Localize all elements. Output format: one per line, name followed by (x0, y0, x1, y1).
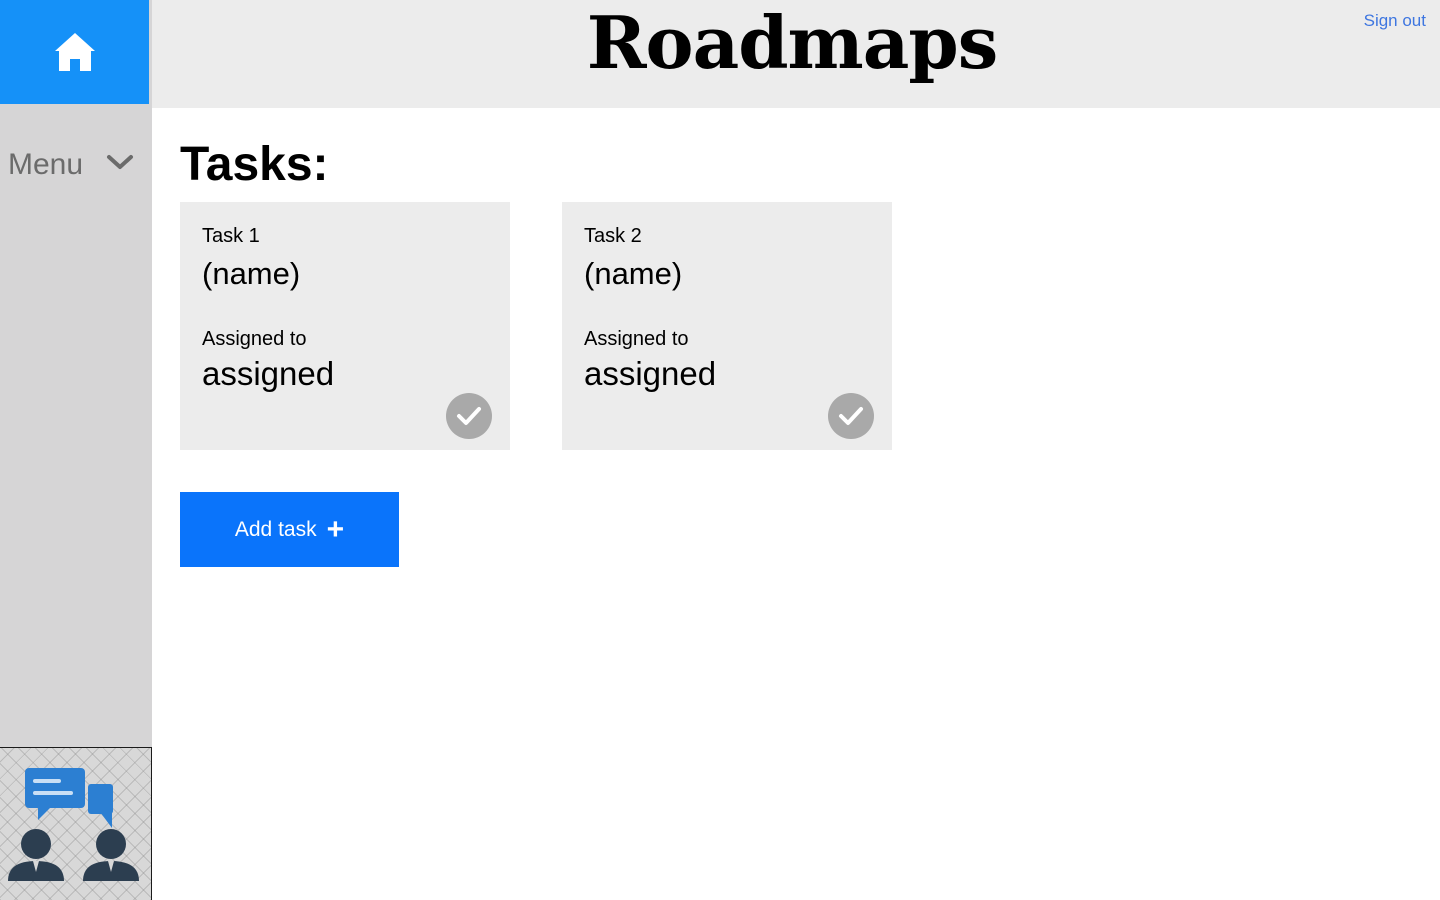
sidebar: Menu (0, 0, 152, 900)
assigned-label: Assigned to (202, 328, 307, 350)
add-task-label: Add task (234, 517, 317, 541)
header: Roadmaps Sign out (152, 0, 1440, 108)
checkmark-icon (457, 407, 481, 425)
team-chat-tile[interactable] (0, 747, 152, 900)
team-chat-icon (8, 768, 139, 881)
task-card-1[interactable]: Task 1 (name) Assigned to assigned (180, 202, 510, 450)
checkmark-icon (839, 407, 863, 425)
assigned-label: Assigned to (584, 328, 689, 350)
task-number: Task 1 (202, 225, 260, 247)
tasks-heading: Tasks: (180, 138, 329, 191)
complete-task-button[interactable] (828, 393, 874, 439)
home-icon (54, 33, 95, 71)
complete-task-button[interactable] (446, 393, 492, 439)
task-number: Task 2 (584, 225, 642, 247)
home-button[interactable] (0, 0, 149, 104)
plus-icon: + (326, 512, 345, 546)
task-name: (name) (584, 256, 683, 291)
assigned-value: assigned (584, 355, 717, 392)
app-title: Roadmaps (586, 0, 999, 85)
menu-label: Menu (8, 148, 84, 181)
task-card-2[interactable]: Task 2 (name) Assigned to assigned (562, 202, 892, 450)
task-name: (name) (202, 256, 301, 291)
assigned-value: assigned (202, 355, 335, 392)
app-root: Menu Roadmaps Sign out Tasks: Task 1 (na… (0, 0, 1440, 900)
sign-out-link[interactable]: Sign out (1364, 11, 1426, 31)
add-task-button[interactable]: Add task + (180, 492, 399, 567)
menu-toggle[interactable]: Menu (0, 140, 152, 190)
chevron-down-icon (107, 155, 133, 169)
